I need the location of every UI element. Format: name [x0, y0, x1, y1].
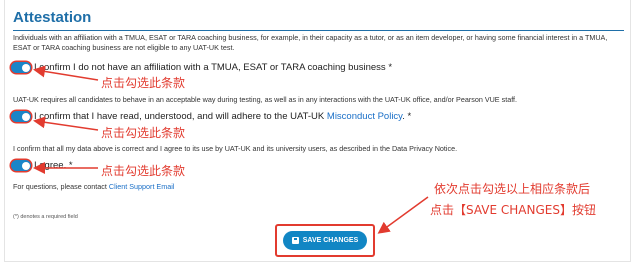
toggle-knob — [21, 161, 30, 170]
contact-prefix: For questions, please contact — [13, 182, 109, 191]
eligibility-text: Individuals with an affiliation with a T… — [13, 33, 608, 52]
client-support-email-link[interactable]: Client Support Email — [109, 182, 175, 191]
floppy-disk-icon — [291, 237, 299, 244]
contact-text: For questions, please contact Client Sup… — [13, 182, 174, 192]
save-changes-label: SAVE CHANGES — [302, 237, 359, 244]
panel-border-right — [630, 0, 631, 262]
annotation-instruction-1: 依次点击勾选以上相应条款后 — [434, 182, 591, 196]
affiliation-toggle[interactable] — [11, 62, 31, 73]
annotation-click-1: 点击勾选此条款 — [101, 76, 186, 90]
section-title: Attestation — [13, 9, 92, 26]
title-divider — [13, 30, 624, 31]
behavior-text: UAT-UK requires all candidates to behave… — [13, 95, 518, 104]
agree-toggle[interactable] — [11, 160, 31, 171]
affiliation-label: I confirm I do not have an affiliation w… — [34, 62, 393, 73]
save-button-highlight: SAVE CHANGES — [275, 224, 375, 257]
arrow-4 — [377, 196, 429, 234]
data-privacy-text: I confirm that all my data above is corr… — [13, 144, 458, 153]
misconduct-label: I confirm that I have read, understood, … — [34, 111, 411, 122]
misconduct-policy-link[interactable]: Misconduct Policy — [327, 111, 402, 122]
checkbox-row-agree: I agree. * — [11, 160, 73, 171]
arrow-2 — [33, 116, 99, 131]
panel-border-left — [4, 0, 5, 262]
toggle-knob — [21, 63, 30, 72]
misconduct-label-text: I confirm that I have read, understood, … — [34, 111, 327, 122]
annotation-click-3: 点击勾选此条款 — [101, 164, 186, 178]
required-field-note: (*) denotes a required field — [13, 214, 78, 220]
misconduct-label-suffix: . * — [402, 111, 412, 122]
panel-border-bottom — [4, 261, 631, 262]
checkbox-row-misconduct: I confirm that I have read, understood, … — [11, 111, 411, 122]
misconduct-toggle[interactable] — [11, 111, 31, 122]
annotation-click-2: 点击勾选此条款 — [101, 126, 186, 140]
annotation-instruction-2: 点击【SAVE CHANGES】按钮 — [430, 203, 596, 217]
save-changes-button[interactable]: SAVE CHANGES — [283, 231, 367, 250]
attestation-panel: Attestation Individuals with an affiliat… — [0, 0, 636, 271]
toggle-knob — [21, 112, 30, 121]
agree-label: I agree. * — [34, 160, 73, 171]
checkbox-row-affiliation: I confirm I do not have an affiliation w… — [11, 62, 392, 73]
